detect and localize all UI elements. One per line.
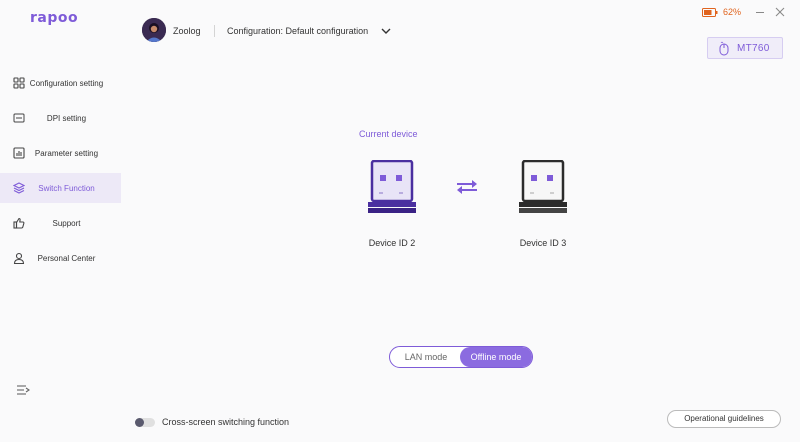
avatar-image xyxy=(142,18,166,42)
username[interactable]: Zoolog xyxy=(173,26,201,36)
battery-level: 62% xyxy=(723,7,742,17)
current-device-label: Current device xyxy=(359,129,418,139)
header-divider xyxy=(214,25,215,37)
sidebar-item-label: Personal Center xyxy=(37,253,96,263)
sidebar-item-label: Configuration setting xyxy=(29,78,104,88)
swap-arrows-icon[interactable] xyxy=(455,179,479,195)
cross-screen-label: Cross-screen switching function xyxy=(162,417,290,427)
sidebar-item-label: DPI setting xyxy=(46,113,87,123)
avatar[interactable] xyxy=(142,18,166,42)
mouse-icon xyxy=(719,41,729,56)
battery-icon xyxy=(702,8,718,17)
sidebar-item-switch-function[interactable]: Switch Function xyxy=(0,173,121,203)
sidebar-item-label: Switch Function xyxy=(38,183,95,193)
rapoo-logo: rapoo xyxy=(30,10,79,26)
usb-receiver-icon[interactable] xyxy=(518,160,568,214)
offline-mode-option[interactable]: Offline mode xyxy=(460,347,532,367)
device-name: MT760 xyxy=(737,43,770,54)
sidebar-item-support[interactable]: Support xyxy=(0,208,121,238)
sidebar-item-configuration-setting[interactable]: Configuration setting xyxy=(0,68,121,98)
close-icon[interactable] xyxy=(775,7,785,17)
toggle-knob xyxy=(135,418,144,427)
sidebar: Configuration setting DPI setting Parame… xyxy=(0,68,121,278)
sidebar-item-personal-center[interactable]: Personal Center xyxy=(0,243,121,273)
configuration-selector[interactable]: Configuration: Default configuration xyxy=(227,26,368,36)
minimize-button[interactable] xyxy=(756,12,764,13)
mode-toggle: LAN mode Offline mode xyxy=(389,346,533,368)
chevron-down-icon[interactable] xyxy=(381,27,391,35)
device-badge[interactable]: MT760 xyxy=(707,37,783,59)
sidebar-item-label: Support xyxy=(52,218,81,228)
sidebar-item-dpi-setting[interactable]: DPI setting xyxy=(0,103,121,133)
sidebar-item-parameter-setting[interactable]: Parameter setting xyxy=(0,138,121,168)
lan-mode-option[interactable]: LAN mode xyxy=(391,347,461,367)
operational-guidelines-button[interactable]: Operational guidelines xyxy=(667,410,781,428)
sidebar-item-label: Parameter setting xyxy=(34,148,99,158)
cross-screen-toggle[interactable] xyxy=(135,418,155,427)
device-label: Device ID 2 xyxy=(368,238,416,248)
device-label: Device ID 3 xyxy=(519,238,567,248)
usb-receiver-icon[interactable] xyxy=(367,160,417,214)
collapse-menu-icon[interactable] xyxy=(16,384,30,396)
